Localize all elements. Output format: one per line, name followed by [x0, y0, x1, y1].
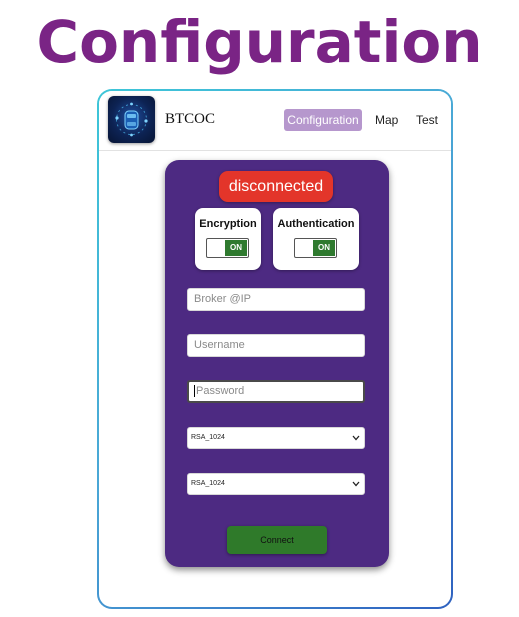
encryption-toggle-state: ON	[225, 240, 247, 256]
app-brand[interactable]: BTCOC	[165, 111, 215, 128]
nav-map[interactable]: Map	[375, 109, 398, 131]
authentication-toggle[interactable]: ON	[294, 238, 337, 258]
broker-ip-input[interactable]: Broker @IP	[187, 288, 365, 311]
app-window: BTCOC Configuration Map Test disconnecte…	[99, 91, 451, 607]
nav-configuration[interactable]: Configuration	[284, 109, 362, 131]
authentication-toggle-box: Authentication ON	[273, 208, 359, 270]
configuration-card: disconnected Encryption ON Authenticatio…	[165, 160, 389, 567]
app-window-frame: BTCOC Configuration Map Test disconnecte…	[97, 89, 453, 609]
password-placeholder: Password	[196, 385, 245, 397]
select-2-value: RSA_1024	[191, 480, 225, 487]
key-algorithm-select-2[interactable]: RSA_1024	[187, 473, 365, 495]
navbar: BTCOC Configuration Map Test	[99, 91, 451, 151]
text-cursor	[194, 385, 195, 398]
username-input[interactable]: Username	[187, 334, 365, 357]
encryption-toggle-box: Encryption ON	[195, 208, 261, 270]
key-algorithm-select-1[interactable]: RSA_1024	[187, 427, 365, 449]
chevron-down-icon	[352, 474, 360, 494]
encryption-toggle[interactable]: ON	[206, 238, 249, 258]
page-title: Configuration	[36, 8, 483, 76]
chevron-down-icon	[352, 428, 360, 448]
select-1-value: RSA_1024	[191, 434, 225, 441]
authentication-toggle-state: ON	[313, 240, 335, 256]
password-input[interactable]: Password	[187, 380, 365, 403]
broker-ip-placeholder: Broker @IP	[194, 293, 252, 305]
connection-status-badge: disconnected	[219, 171, 333, 202]
car-network-logo-icon[interactable]	[108, 96, 155, 143]
connect-button[interactable]: Connect	[227, 526, 327, 554]
encryption-label: Encryption	[199, 218, 257, 230]
username-placeholder: Username	[194, 339, 245, 351]
nav-test[interactable]: Test	[416, 109, 438, 131]
authentication-label: Authentication	[277, 218, 355, 230]
